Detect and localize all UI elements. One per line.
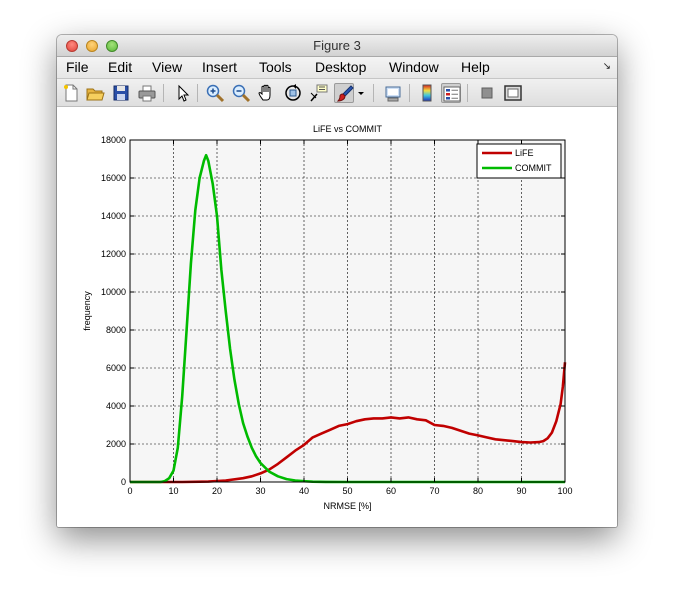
menu-view[interactable]: View (152, 59, 182, 75)
x-tick-label: 70 (429, 486, 439, 496)
zoom-in-icon[interactable] (205, 83, 225, 103)
y-tick-label: 12000 (101, 249, 126, 259)
x-tick-label: 0 (127, 486, 132, 496)
dock-arrow-icon[interactable]: ↘ (603, 61, 611, 72)
link-plot-icon[interactable] (383, 83, 403, 103)
figure-window: Figure 3 File Edit View Insert Tools Des… (57, 35, 617, 527)
x-tick-label: 10 (168, 486, 178, 496)
toolbar-separator (197, 84, 198, 102)
title-bar[interactable]: Figure 3 (57, 35, 617, 57)
y-tick-label: 14000 (101, 211, 126, 221)
plot-area: 0 10 20 30 40 50 60 70 80 90 100 0 2000 4000 6000 8000 1… (82, 124, 573, 511)
y-tick-label: 16000 (101, 173, 126, 183)
new-figure-icon[interactable] (61, 83, 81, 103)
y-tick-label: 2000 (106, 439, 126, 449)
pan-hand-icon[interactable] (257, 83, 277, 103)
legend[interactable]: LiFE COMMIT (476, 143, 562, 179)
toolbar-separator (373, 84, 374, 102)
x-tick-label: 90 (516, 486, 526, 496)
menu-window[interactable]: Window (389, 59, 439, 75)
x-tick-label: 50 (342, 486, 352, 496)
figure-canvas: 0 10 20 30 40 50 60 70 80 90 100 0 2000 4000 6000 8000 1… (57, 107, 617, 527)
toolbar-separator (467, 84, 468, 102)
menu-insert[interactable]: Insert (202, 59, 237, 75)
menu-edit[interactable]: Edit (108, 59, 132, 75)
menu-tools[interactable]: Tools (259, 59, 292, 75)
x-tick-label: 80 (473, 486, 483, 496)
menu-help[interactable]: Help (461, 59, 490, 75)
toolbar-separator (163, 84, 164, 102)
save-icon[interactable] (111, 83, 131, 103)
rotate-3d-icon[interactable] (283, 83, 303, 103)
x-tick-label: 20 (212, 486, 222, 496)
window-title: Figure 3 (313, 38, 361, 53)
axes-background (130, 140, 565, 482)
x-tick-label: 100 (557, 486, 572, 496)
x-tick-label: 40 (299, 486, 309, 496)
legend-label: LiFE (515, 148, 534, 158)
edit-plot-arrow-icon[interactable] (173, 83, 193, 103)
show-plot-tools-icon[interactable] (503, 83, 523, 103)
chart-title: LiFE vs COMMIT (313, 124, 383, 134)
print-icon[interactable] (137, 83, 157, 103)
menu-bar: File Edit View Insert Tools Desktop Wind… (57, 57, 617, 79)
zoom-out-icon[interactable] (231, 83, 251, 103)
figure-toolbar (57, 79, 617, 107)
y-tick-label: 4000 (106, 401, 126, 411)
hide-plot-tools-icon[interactable] (477, 83, 497, 103)
y-tick-label: 8000 (106, 325, 126, 335)
legend-label: COMMIT (515, 163, 552, 173)
menu-desktop[interactable]: Desktop (315, 59, 366, 75)
brush-dropdown-icon[interactable] (356, 83, 366, 103)
y-tick-label: 10000 (101, 287, 126, 297)
menu-file[interactable]: File (66, 59, 89, 75)
toolbar-separator (409, 84, 410, 102)
legend-icon[interactable] (441, 83, 461, 103)
x-tick-label: 30 (255, 486, 265, 496)
y-axis-label: frequency (82, 291, 92, 331)
y-tick-label: 18000 (101, 135, 126, 145)
y-tick-label: 0 (121, 477, 126, 487)
x-tick-label: 60 (386, 486, 396, 496)
y-tick-label: 6000 (106, 363, 126, 373)
colorbar-icon[interactable] (417, 83, 437, 103)
open-file-icon[interactable] (85, 83, 105, 103)
brush-icon[interactable] (334, 83, 354, 103)
x-axis-label: NRMSE [%] (323, 501, 371, 511)
data-cursor-icon[interactable] (309, 83, 329, 103)
